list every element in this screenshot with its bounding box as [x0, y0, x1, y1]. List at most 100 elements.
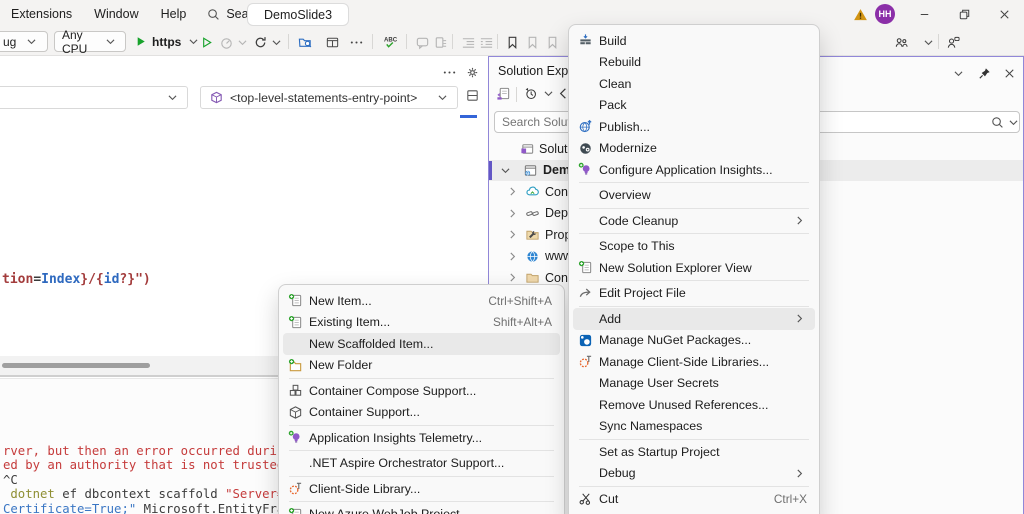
- toolbar-separator: [288, 34, 289, 49]
- tree-expander-icon[interactable]: [504, 227, 520, 243]
- menu-item-remove-unused-references[interactable]: Remove Unused References...: [573, 394, 815, 416]
- menu-item-publish[interactable]: Publish...: [573, 116, 815, 138]
- menu-item-manage-nuget-packages[interactable]: Manage NuGet Packages...: [573, 330, 815, 352]
- pin-icon[interactable]: [976, 65, 992, 81]
- chevR-icon: [791, 465, 807, 481]
- spell-check-icon[interactable]: ABC: [382, 34, 398, 50]
- menu-item-label: Debug: [599, 466, 785, 480]
- menu-separator: [579, 486, 809, 487]
- menu-item-clean[interactable]: Clean: [573, 73, 815, 95]
- type-dropdown[interactable]: [0, 86, 188, 109]
- menu-item-new-item[interactable]: New Item...Ctrl+Shift+A: [283, 290, 560, 312]
- close-panel-icon[interactable]: [1001, 65, 1017, 81]
- app-insights-icon: [577, 162, 593, 178]
- chevron-down-icon[interactable]: [268, 34, 284, 50]
- menu-item-add[interactable]: Add: [573, 308, 815, 330]
- bookmark-icon[interactable]: [504, 34, 520, 50]
- client-lib-icon: [287, 481, 303, 497]
- cloud-icon: [524, 184, 540, 200]
- window-layout-icon[interactable]: [324, 34, 340, 50]
- chevron-down-icon[interactable]: [1005, 114, 1021, 130]
- toolbar-overflow-icon[interactable]: [348, 34, 364, 50]
- chevron-down-icon: [234, 34, 250, 50]
- panel-options-icon[interactable]: [950, 65, 966, 81]
- menu-item-rebuild[interactable]: Rebuild: [573, 52, 815, 74]
- menu-item-label: Build: [599, 34, 807, 48]
- menu-window[interactable]: Window: [83, 0, 149, 28]
- menu-item-label: New Azure WebJob Project...: [309, 507, 552, 514]
- menu-item-build[interactable]: Build: [573, 30, 815, 52]
- main-toolbar: ug Any CPU https ABC INSIDERS: [0, 28, 1024, 56]
- menu-extensions[interactable]: Extensions: [0, 0, 83, 28]
- cut-icon: [577, 491, 593, 507]
- configuration-dropdown[interactable]: ug: [0, 31, 48, 52]
- no-icon: [287, 336, 303, 352]
- no-icon: [577, 54, 593, 70]
- menu-item-existing-item[interactable]: Existing Item...Shift+Alt+A: [283, 312, 560, 334]
- modernize-icon: [577, 140, 593, 156]
- run-without-debug-icon[interactable]: [198, 34, 214, 50]
- menu-item-sync-namespaces[interactable]: Sync Namespaces: [573, 416, 815, 438]
- globe-icon: [524, 248, 540, 264]
- menu-item-new-folder[interactable]: New Folder: [283, 355, 560, 377]
- menu-item-modernize[interactable]: Modernize: [573, 138, 815, 160]
- tree-expander-icon[interactable]: [497, 162, 513, 178]
- gear-icon[interactable]: [464, 64, 480, 80]
- tree-expander-icon[interactable]: [504, 205, 520, 221]
- menu-item-manage-client-side-libraries[interactable]: Manage Client-Side Libraries...: [573, 351, 815, 373]
- menu-item-client-side-library[interactable]: Client-Side Library...: [283, 478, 560, 500]
- live-share-icon[interactable]: [893, 34, 909, 50]
- menu-item-code-cleanup[interactable]: Code Cleanup: [573, 210, 815, 232]
- close-button[interactable]: [985, 0, 1023, 28]
- hot-reload-icon[interactable]: [252, 34, 268, 50]
- scrollbar-thumb[interactable]: [2, 363, 150, 368]
- menu-item-container-support[interactable]: Container Support...: [283, 402, 560, 424]
- menu-item-edit-project-file[interactable]: Edit Project File: [573, 283, 815, 305]
- find-in-files-icon[interactable]: [297, 34, 313, 50]
- chevron-down-icon[interactable]: [920, 34, 936, 50]
- menu-item-net-aspire-orchestrator-support[interactable]: .NET Aspire Orchestrator Support...: [283, 453, 560, 475]
- menu-item-debug[interactable]: Debug: [573, 463, 815, 485]
- tree-expander-icon[interactable]: [504, 184, 520, 200]
- menu-item-label: Publish...: [599, 120, 807, 134]
- minimize-button[interactable]: [905, 0, 943, 28]
- menu-help[interactable]: Help: [150, 0, 198, 28]
- switch-views-icon[interactable]: [495, 85, 511, 101]
- code-line[interactable]: tion=Index}/{id?}"): [2, 272, 151, 287]
- entry-point-icon: [208, 90, 224, 106]
- document-overflow-icon[interactable]: [441, 64, 457, 80]
- member-dropdown[interactable]: <top-level-statements-entry-point>: [200, 86, 458, 109]
- menu-item-overview[interactable]: Overview: [573, 185, 815, 207]
- selection-accent-bar: [489, 161, 492, 181]
- split-window-icon[interactable]: [464, 87, 480, 103]
- doc-plus-icon: [577, 260, 593, 276]
- feedback-icon[interactable]: [944, 34, 960, 50]
- menu-item-set-as-startup-project[interactable]: Set as Startup Project: [573, 441, 815, 463]
- tree-expander-icon[interactable]: [504, 248, 520, 264]
- menu-item-new-solution-explorer-view[interactable]: New Solution Explorer View: [573, 257, 815, 279]
- menu-item-label: .NET Aspire Orchestrator Support...: [309, 456, 552, 470]
- maximize-button[interactable]: [945, 0, 983, 28]
- menu-item-container-compose-support[interactable]: Container Compose Support...: [283, 380, 560, 402]
- no-icon: [577, 213, 593, 229]
- warning-icon[interactable]: [852, 6, 868, 22]
- chevron-down-icon[interactable]: [540, 85, 556, 101]
- search-icon[interactable]: [989, 114, 1005, 130]
- menu-item-label: Pack: [599, 98, 807, 112]
- menu-item-new-scaffolded-item[interactable]: New Scaffolded Item...: [283, 333, 560, 355]
- search-icon: [205, 6, 221, 22]
- menu-item-pack[interactable]: Pack: [573, 95, 815, 117]
- menu-item-new-azure-webjob-project[interactable]: New Azure WebJob Project...: [283, 504, 560, 514]
- platform-dropdown[interactable]: Any CPU: [54, 31, 126, 52]
- menu-item-manage-user-secrets[interactable]: Manage User Secrets: [573, 373, 815, 395]
- publish-icon: [577, 119, 593, 135]
- menu-item-configure-application-insights[interactable]: Configure Application Insights...: [573, 159, 815, 181]
- avatar[interactable]: HH: [875, 4, 895, 24]
- menu-item-scope-to-this[interactable]: Scope to This: [573, 236, 815, 258]
- menu-item-application-insights-telemetry[interactable]: Application Insights Telemetry...: [283, 427, 560, 449]
- start-debug-button[interactable]: https: [132, 31, 201, 52]
- menu-separator: [289, 501, 554, 502]
- pending-changes-filter-icon[interactable]: [522, 85, 538, 101]
- properties-icon: [524, 227, 540, 243]
- menu-item-cut[interactable]: CutCtrl+X: [573, 488, 815, 510]
